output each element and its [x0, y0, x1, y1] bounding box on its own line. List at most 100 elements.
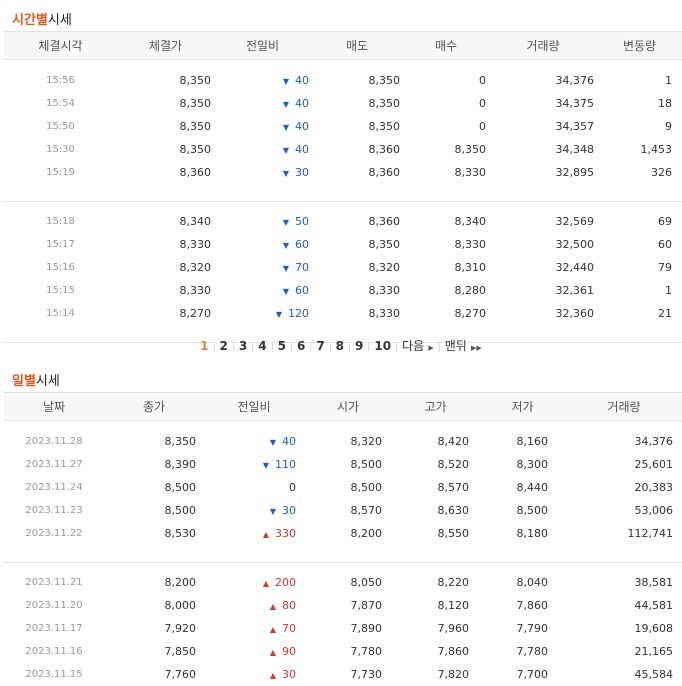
down-triangle-icon: ▼: [282, 146, 289, 155]
change-cell: ▼ 60: [214, 279, 311, 302]
price-cell: 8,350: [179, 143, 212, 156]
next-page-link[interactable]: 다음 ▶: [397, 337, 439, 354]
page-link-1[interactable]: 1: [195, 339, 213, 353]
open-cell: 7,780: [350, 645, 383, 658]
low-cell: 7,700: [516, 668, 549, 681]
change-value: 40: [295, 97, 309, 110]
close-cell: 8,200: [164, 576, 197, 589]
page-link-3[interactable]: 3: [234, 339, 252, 353]
change-cell: ▲ 90: [204, 640, 304, 663]
volume-cell: 34,375: [555, 97, 595, 110]
time-cell: 15:54: [46, 98, 75, 109]
table-row: 15:56 8,350 ▼ 40 8,350 0 34,376 1: [4, 69, 682, 92]
down-triangle-icon: ▼: [282, 169, 289, 178]
volume-cell: 34,376: [555, 74, 595, 87]
date-cell: 2023.11.27: [25, 459, 83, 470]
pagination: 1 2 3 4 5 6 7 8 9 10 다음 ▶ 맨뒤 ▶▶: [0, 337, 682, 354]
high-cell: 8,630: [437, 504, 470, 517]
volume-cell: 32,440: [555, 261, 595, 274]
high-cell: 8,520: [437, 458, 470, 471]
date-cell: 2023.11.24: [25, 482, 83, 493]
daily-section-title: 일별시세: [12, 370, 60, 389]
change-cell: ▼ 40: [214, 92, 311, 115]
time-title-highlight: 시간별: [12, 13, 48, 28]
table-row: 2023.11.21 8,200 ▲ 200 8,050 8,220 8,040 38,581: [4, 571, 682, 594]
up-triangle-icon: ▲: [262, 530, 269, 539]
volume-cell: 44,581: [634, 599, 674, 612]
page-link-10[interactable]: 10: [369, 339, 396, 353]
high-cell: 7,960: [437, 622, 470, 635]
volume-cell: 20,383: [634, 481, 674, 494]
change-cell: ▼ 120: [214, 302, 311, 325]
low-cell: 8,040: [516, 576, 549, 589]
up-triangle-icon: ▲: [269, 671, 276, 680]
table-row: 15:17 8,330 ▼ 60 8,350 8,330 32,500 60: [4, 233, 682, 256]
low-cell: 8,500: [516, 504, 549, 517]
change-value: 70: [295, 261, 309, 274]
time-cell: 15:16: [46, 262, 75, 273]
bid-cell: 8,330: [454, 166, 487, 179]
time-cell: 15:18: [46, 216, 75, 227]
date-cell: 2023.11.17: [25, 623, 83, 634]
open-cell: 8,200: [350, 527, 383, 540]
delta-cell: 60: [658, 238, 672, 251]
page-link-8[interactable]: 8: [331, 339, 349, 353]
change-cell: ▲ 200: [204, 571, 304, 594]
close-cell: 8,500: [164, 504, 197, 517]
change-value: 40: [282, 435, 296, 448]
time-cell: 15:15: [46, 285, 75, 296]
close-cell: 8,000: [164, 599, 197, 612]
bid-cell: 8,270: [454, 307, 487, 320]
change-cell: ▼ 30: [214, 161, 311, 184]
row-separator: [4, 60, 682, 70]
ask-cell: 8,330: [368, 307, 401, 320]
low-cell: 8,300: [516, 458, 549, 471]
delta-cell: 326: [651, 166, 672, 179]
header-volume: 거래량: [566, 392, 682, 421]
price-cell: 8,320: [179, 261, 212, 274]
page-link-4[interactable]: 4: [253, 339, 271, 353]
low-cell: 8,180: [516, 527, 549, 540]
price-cell: 8,330: [179, 284, 212, 297]
double-triangle-right-icon: ▶▶: [471, 344, 482, 352]
last-page-link[interactable]: 맨뒤 ▶▶: [440, 337, 487, 354]
down-triangle-icon: ▼: [269, 438, 276, 447]
change-value: 110: [275, 458, 296, 471]
date-cell: 2023.11.28: [25, 436, 83, 447]
page-link-6[interactable]: 6: [292, 339, 310, 353]
volume-cell: 112,741: [627, 527, 674, 540]
bid-cell: 8,280: [454, 284, 487, 297]
row-separator: [4, 563, 682, 572]
header-low: 저가: [479, 392, 566, 421]
open-cell: 8,050: [350, 576, 383, 589]
high-cell: 8,550: [437, 527, 470, 540]
triangle-right-icon: ▶: [428, 344, 434, 352]
page-link-9[interactable]: 9: [350, 339, 368, 353]
date-cell: 2023.11.21: [25, 577, 83, 588]
change-value: 30: [282, 668, 296, 681]
close-cell: 7,850: [164, 645, 197, 658]
change-value: 120: [288, 307, 309, 320]
volume-cell: 53,006: [634, 504, 674, 517]
change-value: 60: [295, 284, 309, 297]
volume-cell: 32,569: [555, 215, 595, 228]
page-link-7[interactable]: 7: [311, 339, 329, 353]
down-triangle-icon: ▼: [282, 100, 289, 109]
delta-cell: 18: [658, 97, 672, 110]
row-separator: [4, 421, 682, 431]
ask-cell: 8,360: [368, 215, 401, 228]
close-cell: 8,500: [164, 481, 197, 494]
ask-cell: 8,350: [368, 238, 401, 251]
page-link-2[interactable]: 2: [215, 339, 233, 353]
page-link-5[interactable]: 5: [273, 339, 291, 353]
high-cell: 8,220: [437, 576, 470, 589]
header-volume: 거래량: [489, 31, 597, 60]
low-cell: 8,160: [516, 435, 549, 448]
open-cell: 8,570: [350, 504, 383, 517]
high-cell: 8,120: [437, 599, 470, 612]
daily-table-header-row: 날짜 종가 전일비 시가 고가 저가 거래량: [4, 392, 682, 421]
daily-title-rest: 시세: [35, 374, 60, 389]
table-row: 15:54 8,350 ▼ 40 8,350 0 34,375 18: [4, 92, 682, 115]
change-cell: 0: [204, 476, 304, 499]
change-cell: ▼ 30: [204, 499, 304, 522]
